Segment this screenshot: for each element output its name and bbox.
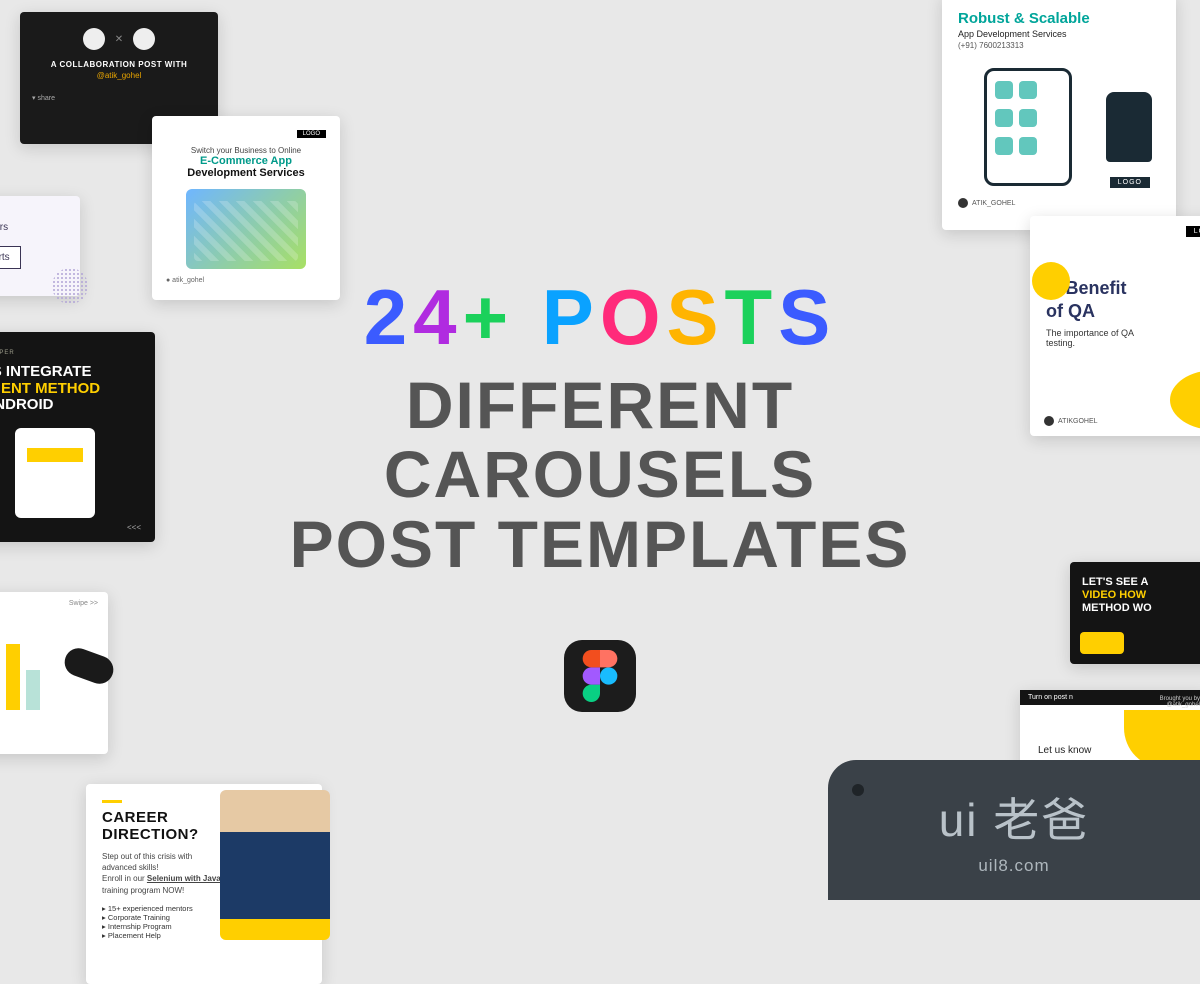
phone-illustration <box>15 428 95 518</box>
qa-sub: The importance of QA testing. <box>1046 328 1156 348</box>
share-label: ▾ share <box>32 94 206 102</box>
logo-badge: LOGO <box>297 130 326 138</box>
ecom-footer: ● atik_gohel <box>166 277 326 284</box>
qa-heading2: of QA <box>1046 301 1200 322</box>
tagline-line2: POST TEMPLATES <box>200 510 1000 579</box>
accent-bar <box>102 800 122 803</box>
avatar-row: ✕ <box>32 28 206 50</box>
yellow-blob <box>1170 370 1200 430</box>
integrate-footer: gohel <<< <box>0 523 141 532</box>
card-bar-chart: Swipe >> SS <box>0 592 108 754</box>
collab-handle: @atik_gohel <box>32 71 206 80</box>
avatar <box>83 28 105 50</box>
watermark-url: uil8.com <box>978 856 1049 876</box>
phone-outline <box>984 68 1072 186</box>
ecom-pretitle: Switch your Business to Online <box>166 146 326 155</box>
camera-dot-icon <box>852 784 864 796</box>
know-byline: Brought you by@atik_gohel <box>1160 696 1200 708</box>
watermark-brand: ui 老爸 <box>939 784 1090 850</box>
canvas: 24+ POSTS DIFFERENT CAROUSELS POST TEMPL… <box>0 0 1200 900</box>
watermark: ui 老爸 uil8.com <box>828 760 1200 900</box>
robust-footer: ATIK_GOHEL <box>958 198 1160 208</box>
ecom-title2: Development Services <box>166 167 326 179</box>
ecom-title1: E-Commerce App <box>166 155 326 167</box>
coin-illustration <box>1080 632 1124 654</box>
card-career-direction: CAREER DIRECTION? Step out of this crisi… <box>86 784 322 984</box>
person-photo <box>220 790 330 940</box>
card-integrate-payment: DEVELOPER ET'S INTEGRATE AYMENT METHOD N… <box>0 332 155 542</box>
integrate-heading: ET'S INTEGRATE AYMENT METHOD N ANDROID <box>0 364 141 414</box>
career-sub: Step out of this crisis with advanced sk… <box>102 851 222 896</box>
logo-badge: LOGO <box>1110 177 1150 188</box>
qa-footer: ATIKGOHEL <box>1044 416 1098 426</box>
card-qa-benefits: LOGO 5 Benefit of QA The importance of Q… <box>1030 216 1200 436</box>
class-button[interactable]: lass Starts <box>0 246 21 269</box>
robust-illustration: LOGO <box>958 62 1160 192</box>
tagline-line1: DIFFERENT CAROUSELS <box>200 371 1000 510</box>
collab-title: A COLLABORATION POST WITH <box>32 60 206 69</box>
card-ecommerce: LOGO Switch your Business to Online E-Co… <box>152 116 340 300</box>
person-illustration <box>1106 92 1152 162</box>
robust-phone: (+91) 7600213313 <box>958 41 1160 50</box>
robust-sub: App Development Services <box>958 29 1160 39</box>
avatar <box>133 28 155 50</box>
dot-pattern <box>52 268 88 304</box>
swipe-hint: Swipe >> <box>69 600 98 607</box>
hero: 24+ POSTS DIFFERENT CAROUSELS POST TEMPL… <box>200 272 1000 579</box>
ecom-header: LOGO <box>166 130 326 138</box>
card-video-method: LET'S SEE A VIDEO HOW METHOD WO <box>1070 562 1200 664</box>
card-robust-scalable: Robust & Scalable App Development Servic… <box>942 0 1176 230</box>
robust-heading: Robust & Scalable <box>958 10 1160 27</box>
figma-icon <box>564 640 636 712</box>
ecom-illustration <box>186 189 306 269</box>
class-line1: ble Fees <box>0 208 68 219</box>
card-class-starts: ble Fees pert Trainers lass Starts <box>0 196 80 296</box>
integrate-eyebrow: DEVELOPER <box>0 350 141 356</box>
class-line2: pert Trainers <box>0 222 68 233</box>
video-heading: LET'S SEE A VIDEO HOW METHOD WO <box>1082 576 1200 616</box>
yellow-circle <box>1032 262 1070 300</box>
cross-icon: ✕ <box>115 34 123 45</box>
logo-badge: LOGO <box>1186 226 1200 237</box>
